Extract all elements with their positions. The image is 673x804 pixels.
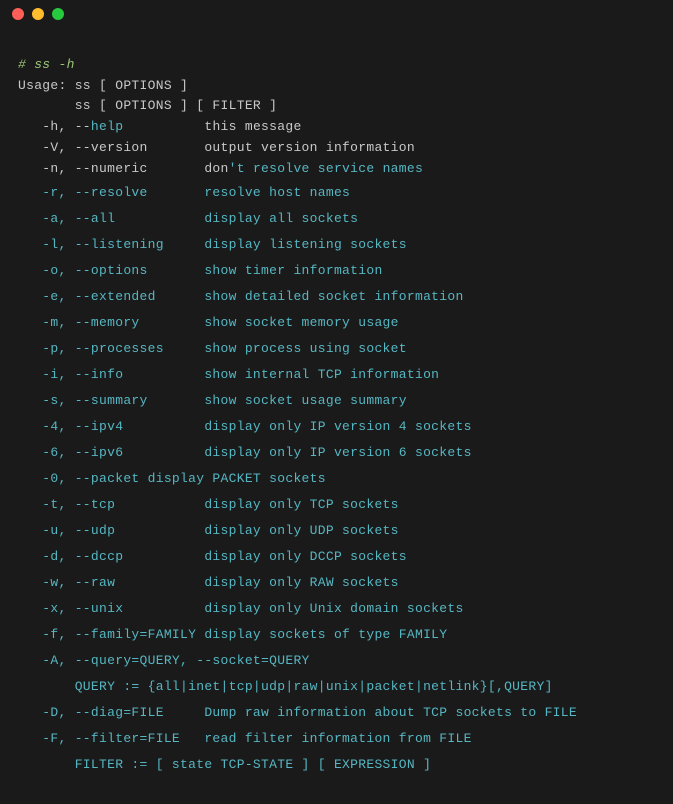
- option-info: -i, --info show internal TCP information: [18, 367, 439, 382]
- terminal-window: # ss -h Usage: ss [ OPTIONS ] ss [ OPTIO…: [0, 0, 673, 785]
- option-family: -f, --family=FAMILY display sockets of t…: [18, 627, 447, 642]
- option-ipv4: -4, --ipv4 display only IP version 4 soc…: [18, 419, 472, 434]
- option-resolve: -r, --resolve resolve host names: [18, 185, 350, 200]
- option-options: -o, --options show timer information: [18, 263, 383, 278]
- option-dccp: -d, --dccp display only DCCP sockets: [18, 549, 407, 564]
- option-version: -V, --version output version information: [18, 140, 415, 155]
- option-diag: -D, --diag=FILE Dump raw information abo…: [18, 705, 577, 720]
- titlebar: [0, 0, 673, 28]
- minimize-icon[interactable]: [32, 8, 44, 20]
- option-extended: -e, --extended show detailed socket info…: [18, 289, 464, 304]
- option-raw: -w, --raw display only RAW sockets: [18, 575, 399, 590]
- terminal-output: # ss -h Usage: ss [ OPTIONS ] ss [ OPTIO…: [0, 28, 673, 804]
- option-query-def: QUERY := {all|inet|tcp|udp|raw|unix|pack…: [18, 679, 553, 694]
- option-filter-def: FILTER := [ state TCP-STATE ] [ EXPRESSI…: [18, 757, 431, 772]
- option-numeric: -n, --numeric don't resolve service name…: [18, 161, 423, 176]
- option-memory: -m, --memory show socket memory usage: [18, 315, 399, 330]
- option-all: -a, --all display all sockets: [18, 211, 358, 226]
- close-icon[interactable]: [12, 8, 24, 20]
- option-ipv6: -6, --ipv6 display only IP version 6 soc…: [18, 445, 472, 460]
- option-processes: -p, --processes show process using socke…: [18, 341, 407, 356]
- option-summary: -s, --summary show socket usage summary: [18, 393, 407, 408]
- option-udp: -u, --udp display only UDP sockets: [18, 523, 399, 538]
- option-listening: -l, --listening display listening socket…: [18, 237, 407, 252]
- option-tcp: -t, --tcp display only TCP sockets: [18, 497, 399, 512]
- option-help: -h, --help this message: [18, 119, 302, 134]
- maximize-icon[interactable]: [52, 8, 64, 20]
- option-unix: -x, --unix display only Unix domain sock…: [18, 601, 464, 616]
- option-query: -A, --query=QUERY, --socket=QUERY: [18, 653, 310, 668]
- usage-line-2: ss [ OPTIONS ] [ FILTER ]: [18, 98, 277, 113]
- option-packet: -0, --packet display PACKET sockets: [18, 471, 326, 486]
- option-filter: -F, --filter=FILE read filter informatio…: [18, 731, 472, 746]
- usage-line-1: Usage: ss [ OPTIONS ]: [18, 78, 188, 93]
- command-prompt: # ss -h: [18, 57, 75, 72]
